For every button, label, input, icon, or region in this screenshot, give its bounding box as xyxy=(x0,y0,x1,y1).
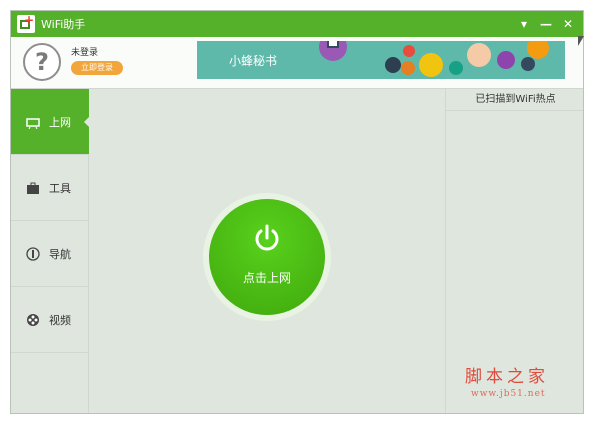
film-reel-icon xyxy=(25,312,41,328)
compass-icon xyxy=(25,246,41,262)
main-panel: 点击上网 xyxy=(89,89,445,413)
sidebar-item-label: 工具 xyxy=(49,181,71,195)
watermark-url: www.jb51.net xyxy=(471,389,546,399)
character-icon xyxy=(467,43,491,67)
sidebar-item-tools[interactable]: 工具 xyxy=(11,155,89,221)
minimize-button[interactable]: — xyxy=(539,17,553,31)
camera-icon xyxy=(521,57,535,71)
badge-icon xyxy=(403,45,415,57)
title-bar[interactable]: + WiFi助手 ▾ — ✕ xyxy=(11,11,583,37)
sidebar-item-label: 视频 xyxy=(49,313,71,327)
window-controls: ▾ — ✕ xyxy=(517,17,575,31)
tv-icon xyxy=(419,53,443,77)
avatar[interactable]: ? xyxy=(23,43,61,81)
power-icon xyxy=(255,224,279,251)
sidebar-item-label: 上网 xyxy=(49,115,71,129)
sidebar-item-label: 导航 xyxy=(49,247,71,261)
sidebar-item-navigation[interactable]: 导航 xyxy=(11,221,89,287)
login-button[interactable]: 立即登录 xyxy=(71,61,123,75)
connect-button[interactable]: 点击上网 xyxy=(209,199,325,315)
close-button[interactable]: ✕ xyxy=(561,17,575,31)
connect-label: 点击上网 xyxy=(242,271,291,285)
sidebar: 上网 工具 导航 视频 xyxy=(11,89,90,413)
ad-banner[interactable]: 小蜂秘书 xyxy=(197,41,565,79)
app-logo-icon: + xyxy=(17,13,35,33)
chess-icon xyxy=(385,57,401,73)
header: ? 未登录 立即登录 小蜂秘书 xyxy=(11,37,583,89)
app-title: WiFi助手 xyxy=(41,18,86,31)
login-status: 未登录 xyxy=(71,48,99,58)
alarm-clock-icon xyxy=(527,41,549,59)
wifi-router-icon xyxy=(25,114,41,130)
sidebar-item-internet[interactable]: 上网 xyxy=(11,89,90,155)
wifi-hotspot-header: 已扫描到WiFi热点 xyxy=(446,89,583,111)
watermark: 脚本之家 www.jb51.net xyxy=(465,362,549,399)
mouse-cursor-icon xyxy=(578,36,584,46)
screen-icon xyxy=(327,41,339,48)
briefcase-icon xyxy=(25,180,41,196)
gift-icon xyxy=(401,61,415,75)
watermark-title: 脚本之家 xyxy=(465,367,549,387)
app-window: + WiFi助手 ▾ — ✕ ? 未登录 立即登录 小蜂秘书 上网 工具 导航 … xyxy=(10,10,584,414)
clock-icon xyxy=(449,61,463,75)
banner-title: 小蜂秘书 xyxy=(229,54,278,68)
menu-dropdown-icon[interactable]: ▾ xyxy=(517,17,531,31)
pie-chart-icon xyxy=(497,51,515,69)
sidebar-item-video[interactable]: 视频 xyxy=(11,287,89,353)
